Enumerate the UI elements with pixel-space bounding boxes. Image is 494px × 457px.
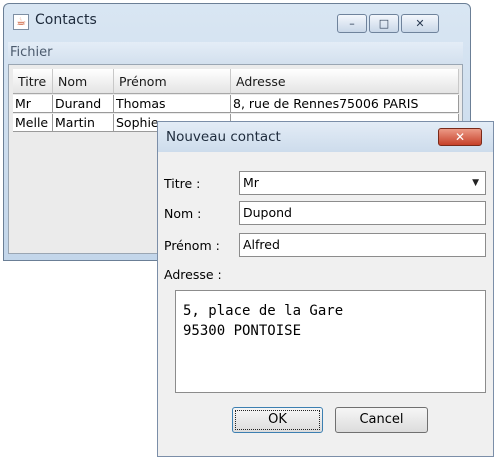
dialog-close-button[interactable]: ✕ [438, 128, 482, 146]
cancel-button[interactable]: Cancel [335, 407, 428, 433]
maximize-button[interactable]: □ [369, 14, 399, 33]
close-button[interactable]: ✕ [401, 14, 439, 33]
cell-titre[interactable]: Mr [13, 95, 53, 113]
cell-prenom[interactable]: Thomas [114, 95, 231, 113]
dialog-title-bar: Nouveau contact ✕ [158, 122, 493, 152]
nom-label: Nom : [164, 206, 202, 221]
cell-titre[interactable]: Melle [13, 114, 53, 132]
column-header-prenom[interactable]: Prénom [114, 69, 231, 94]
prenom-label: Prénom : [164, 238, 220, 253]
adresse-line-2: 95300 PONTOISE [183, 323, 302, 339]
cell-adresse[interactable]: 8, rue de Rennes75006 PARIS [231, 95, 459, 113]
adresse-label: Adresse : [164, 267, 222, 282]
ok-button[interactable]: OK [232, 407, 323, 433]
titre-label: Titre : [164, 176, 201, 191]
cell-nom[interactable]: Durand [53, 95, 114, 113]
minimize-button[interactable]: – [337, 14, 367, 33]
cell-nom[interactable]: Martin [53, 114, 114, 132]
table-row[interactable]: Mr Durand Thomas 8, rue de Rennes75006 P… [13, 95, 459, 113]
dialog-title: Nouveau contact [166, 129, 281, 145]
menu-fichier[interactable]: Fichier [10, 45, 53, 60]
menu-bar: Fichier [8, 42, 463, 64]
java-cup-icon: ☕ [13, 14, 29, 30]
titre-combobox[interactable]: Mr ▼ [239, 171, 486, 195]
column-header-adresse[interactable]: Adresse [231, 69, 459, 94]
adresse-line-1: 5, place de la Gare [183, 303, 344, 319]
new-contact-dialog: Nouveau contact ✕ Titre : Mr ▼ Nom : Dup… [157, 121, 494, 457]
prenom-field[interactable]: Alfred [239, 233, 486, 257]
window-title: Contacts [35, 12, 97, 28]
column-header-titre[interactable]: Titre [13, 69, 53, 94]
chevron-down-icon[interactable]: ▼ [472, 172, 479, 194]
adresse-textarea[interactable]: 5, place de la Gare 95300 PONTOISE [175, 290, 486, 393]
column-header-nom[interactable]: Nom [53, 69, 114, 94]
nom-field[interactable]: Dupond [239, 201, 486, 225]
titre-selected-value: Mr [243, 175, 259, 190]
